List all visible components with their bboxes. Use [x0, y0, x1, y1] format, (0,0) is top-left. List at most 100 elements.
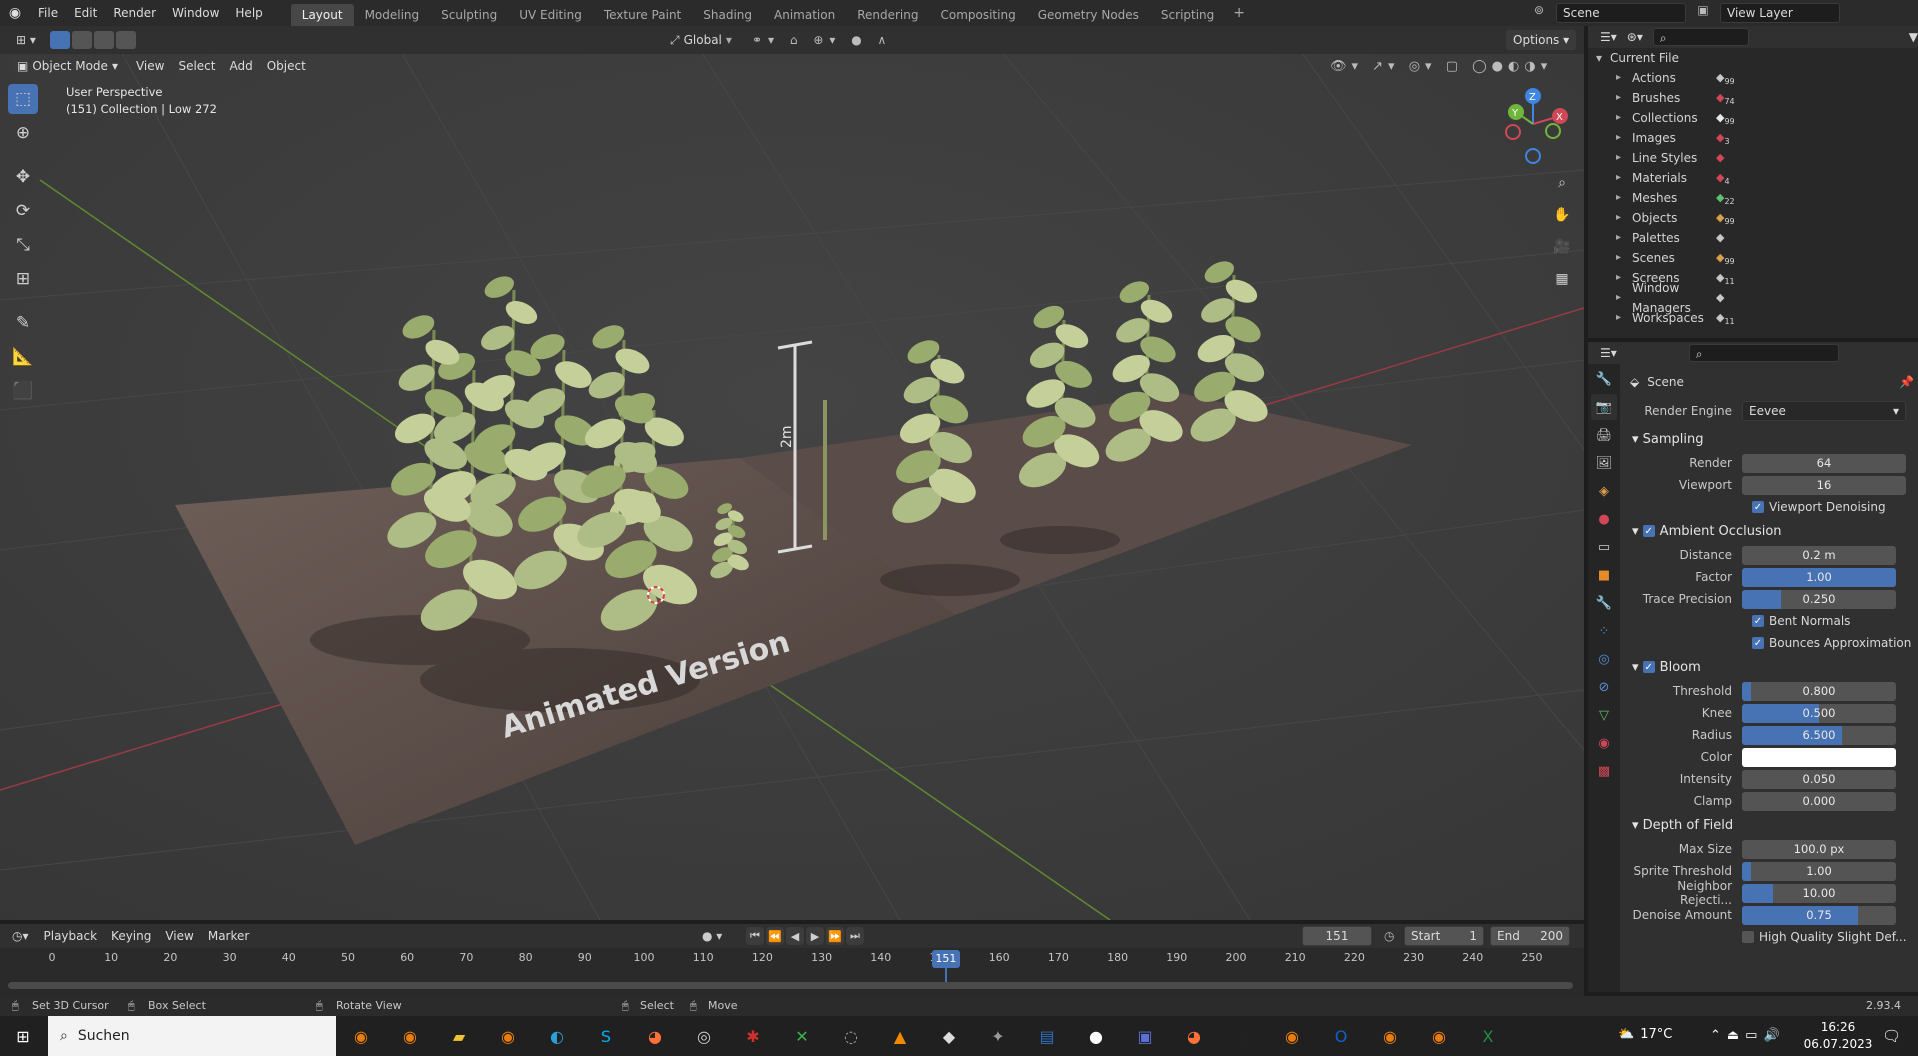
edge-browser-icon[interactable]: ◐	[542, 1021, 572, 1051]
outliner-editor-icon[interactable]: ☰▾	[1600, 30, 1617, 44]
tab-animation[interactable]: Animation	[763, 4, 846, 26]
timeline-editor-icon[interactable]: ◷▾	[12, 929, 29, 943]
tab-shading[interactable]: Shading	[692, 4, 763, 26]
menu-render[interactable]: Render	[105, 0, 164, 26]
affinity-icon[interactable]: ƒ	[1228, 1021, 1258, 1051]
view-layer-field[interactable]: View Layer	[1720, 3, 1840, 23]
outliner-item-meshes[interactable]: ▸ Meshes ◆ 22	[1588, 188, 1918, 208]
outliner-item-objects[interactable]: ▸ Objects ◆ 99	[1588, 208, 1918, 228]
expand-arrow-icon[interactable]: ▸	[1616, 228, 1632, 248]
vlc-icon[interactable]: ▲	[885, 1021, 915, 1051]
inkscape-icon[interactable]: ◆	[934, 1021, 964, 1051]
timeline-menu-playback[interactable]: Playback	[37, 923, 105, 949]
expand-arrow-icon[interactable]: ▸	[1616, 268, 1632, 288]
viewport-menu-object[interactable]: Object	[260, 53, 313, 79]
grid-view-icon[interactable]: ▦	[1549, 266, 1575, 292]
keyframe-record-icon[interactable]: ● ▾	[702, 929, 722, 943]
tab-texture-paint[interactable]: Texture Paint	[593, 4, 692, 26]
expand-arrow-icon[interactable]: ▸	[1616, 108, 1632, 128]
rotate-tool-icon[interactable]: ⟳	[8, 196, 38, 226]
expand-arrow-icon[interactable]: ▸	[1616, 68, 1632, 88]
timeline-menu-keying[interactable]: Keying	[104, 923, 158, 949]
property-slider[interactable]: 0.050	[1742, 769, 1896, 789]
blender-app-icon-2[interactable]: ◉	[395, 1021, 425, 1051]
viewport-menu-add[interactable]: Add	[222, 53, 259, 79]
play-reverse-icon[interactable]: ◀	[786, 927, 804, 945]
scene-selector-icon[interactable]: ⊚	[1528, 3, 1550, 23]
orientation-dropdown[interactable]: ⤢ Global ▾	[670, 33, 732, 48]
firefox-icon-2[interactable]: ◕	[1179, 1021, 1209, 1051]
hq-dof-checkbox[interactable]	[1742, 931, 1754, 943]
outliner-item-brushes[interactable]: ▸ Brushes ◆ 74	[1588, 88, 1918, 108]
view-layer-tab-icon[interactable]: 🖼	[1591, 450, 1617, 476]
scene-tab-icon[interactable]: ◈	[1591, 478, 1617, 504]
menu-file[interactable]: File	[30, 0, 66, 26]
bent-normals-checkbox[interactable]: ✓	[1752, 615, 1764, 627]
timeline-scrollbar[interactable]	[8, 982, 1573, 989]
snap-icons[interactable]: ⚭▾ ⌂ ⊕▾ ● ∧	[752, 33, 892, 47]
outliner-item-actions[interactable]: ▸ Actions ◆ 99	[1588, 68, 1918, 88]
select-box-tool-icon[interactable]: ⬚	[8, 84, 38, 114]
object-mode-dropdown[interactable]: ▣ Object Mode ▾	[10, 56, 125, 76]
outliner-item-materials[interactable]: ▸ Materials ◆ 4	[1588, 168, 1918, 188]
expand-arrow-icon[interactable]: ▸	[1616, 208, 1632, 228]
outliner-item-line-styles[interactable]: ▸ Line Styles ◆	[1588, 148, 1918, 168]
system-tray-icons[interactable]: ⌃⏏▭🔊	[1710, 1028, 1786, 1043]
obs-icon[interactable]: ◎	[689, 1021, 719, 1051]
outliner-item-scenes[interactable]: ▸ Scenes ◆ 99	[1588, 248, 1918, 268]
cursor-tool-icon[interactable]: ⊕	[8, 118, 38, 148]
properties-search-input[interactable]: ⌕	[1688, 344, 1839, 362]
bounces-checkbox[interactable]: ✓	[1752, 637, 1764, 649]
weather-widget[interactable]: ⛅ 17°C	[1618, 1027, 1672, 1042]
menu-window[interactable]: Window	[164, 0, 227, 26]
camera-icon[interactable]: 🎥	[1549, 234, 1575, 260]
expand-arrow-icon[interactable]: ▸	[1616, 88, 1632, 108]
render-engine-dropdown[interactable]: Eevee ▾	[1742, 401, 1906, 421]
render-samples-field[interactable]: 64	[1742, 453, 1906, 473]
property-slider[interactable]: 0.75	[1742, 905, 1896, 925]
filter-icon[interactable]: ▼	[1909, 30, 1918, 44]
tab-geometry-nodes[interactable]: Geometry Nodes	[1027, 4, 1150, 26]
clock[interactable]: 16:26 06.07.2023	[1800, 1019, 1876, 1053]
transform-tool-icon[interactable]: ⊞	[8, 264, 38, 294]
navigation-gizmo[interactable]: Z X Y	[1498, 86, 1568, 166]
bloom-panel-header[interactable]: ▾ ✓ Bloom	[1624, 654, 1914, 680]
world-tab-icon[interactable]: ●	[1591, 506, 1617, 532]
start-frame-field[interactable]: Start 1	[1404, 926, 1484, 946]
save-disk-icon[interactable]: ▣	[1130, 1021, 1160, 1051]
data-tab-icon[interactable]: ▽	[1591, 702, 1617, 728]
pin-icon[interactable]: 📌	[1899, 375, 1914, 389]
outliner-search-input[interactable]: ⌕	[1652, 28, 1749, 46]
panda-icon[interactable]: ●	[1081, 1021, 1111, 1051]
output-tab-icon[interactable]: 🖨	[1591, 422, 1617, 448]
outliner-item-collections[interactable]: ▸ Collections ◆ 99	[1588, 108, 1918, 128]
property-slider[interactable]: 0.2 m	[1742, 545, 1896, 565]
timeline-menu-marker[interactable]: Marker	[201, 923, 256, 949]
blender-app-icon-5[interactable]: ◉	[1424, 1021, 1454, 1051]
move-tool-icon[interactable]: ✥	[8, 162, 38, 192]
editor-type-icon[interactable]: ⊞ ▾	[6, 29, 46, 51]
excel-icon[interactable]: X	[1473, 1021, 1503, 1051]
pan-hand-icon[interactable]: ✋	[1549, 202, 1575, 228]
tab-sculpting[interactable]: Sculpting	[430, 4, 508, 26]
play-icon[interactable]: ▶	[806, 927, 824, 945]
bloom-checkbox[interactable]: ✓	[1642, 661, 1655, 673]
dof-panel-header[interactable]: ▾ Depth of Field	[1624, 812, 1914, 838]
ao-checkbox[interactable]: ✓	[1642, 525, 1655, 537]
app-icon-green[interactable]: ✕	[787, 1021, 817, 1051]
app-icon-grey[interactable]: ◌	[836, 1021, 866, 1051]
viewport-samples-field[interactable]: 16	[1742, 475, 1906, 495]
options-dropdown[interactable]: Options ▾	[1506, 30, 1577, 50]
outliner-root[interactable]: ▾ Current File	[1588, 48, 1918, 68]
end-frame-field[interactable]: End 200	[1490, 926, 1570, 946]
firefox-icon[interactable]: ◕	[640, 1021, 670, 1051]
expand-arrow-icon[interactable]: ▸	[1616, 288, 1632, 308]
ao-panel-header[interactable]: ▾ ✓ Ambient Occlusion	[1624, 518, 1914, 544]
timeline-menu-view[interactable]: View	[158, 923, 200, 949]
viewport-denoising-checkbox[interactable]: ✓	[1752, 501, 1764, 513]
collection-tab-icon[interactable]: ▭	[1591, 534, 1617, 560]
notifications-icon[interactable]: 🗨	[1882, 1027, 1901, 1045]
tab-uv-editing[interactable]: UV Editing	[508, 4, 593, 26]
menu-edit[interactable]: Edit	[66, 0, 105, 26]
property-slider[interactable]: 0.000	[1742, 791, 1896, 811]
